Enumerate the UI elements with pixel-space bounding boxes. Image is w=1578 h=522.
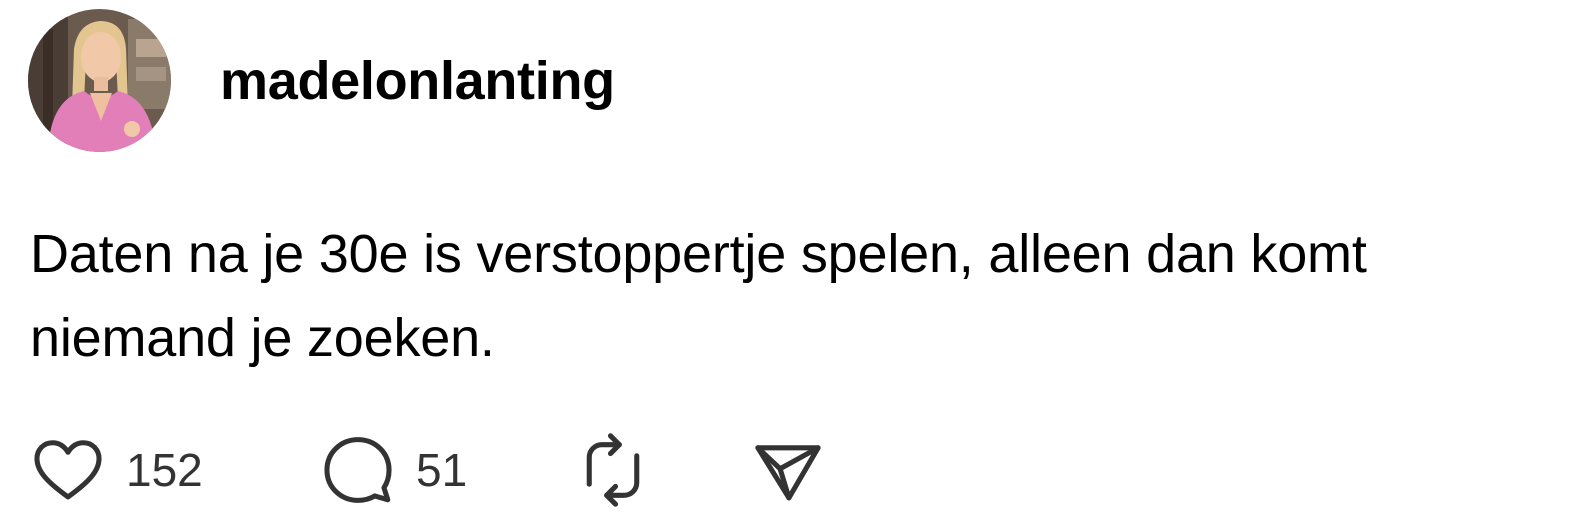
paper-plane-icon — [755, 445, 821, 501]
username[interactable]: madelonlanting — [220, 48, 615, 114]
heart-icon — [34, 440, 102, 500]
speech-bubble-icon — [324, 437, 392, 503]
avatar[interactable] — [28, 9, 171, 152]
share-button[interactable] — [750, 432, 826, 508]
like-button[interactable]: 152 — [30, 432, 203, 508]
repost-button[interactable] — [575, 432, 651, 508]
like-count: 152 — [126, 444, 203, 496]
reply-button[interactable]: 51 — [320, 432, 467, 508]
post-text-line: Daten na je 30e is verstoppertje spelen,… — [30, 224, 1367, 284]
post-text-line: niemand je zoeken. — [30, 308, 495, 368]
thread-post: madelonlanting Daten na je 30e is versto… — [0, 0, 1578, 522]
post-text: Daten na je 30e is verstoppertje spelen,… — [30, 212, 1570, 380]
reply-count: 51 — [416, 444, 468, 496]
avatar-photo — [28, 9, 171, 152]
repost-icon — [586, 433, 640, 507]
